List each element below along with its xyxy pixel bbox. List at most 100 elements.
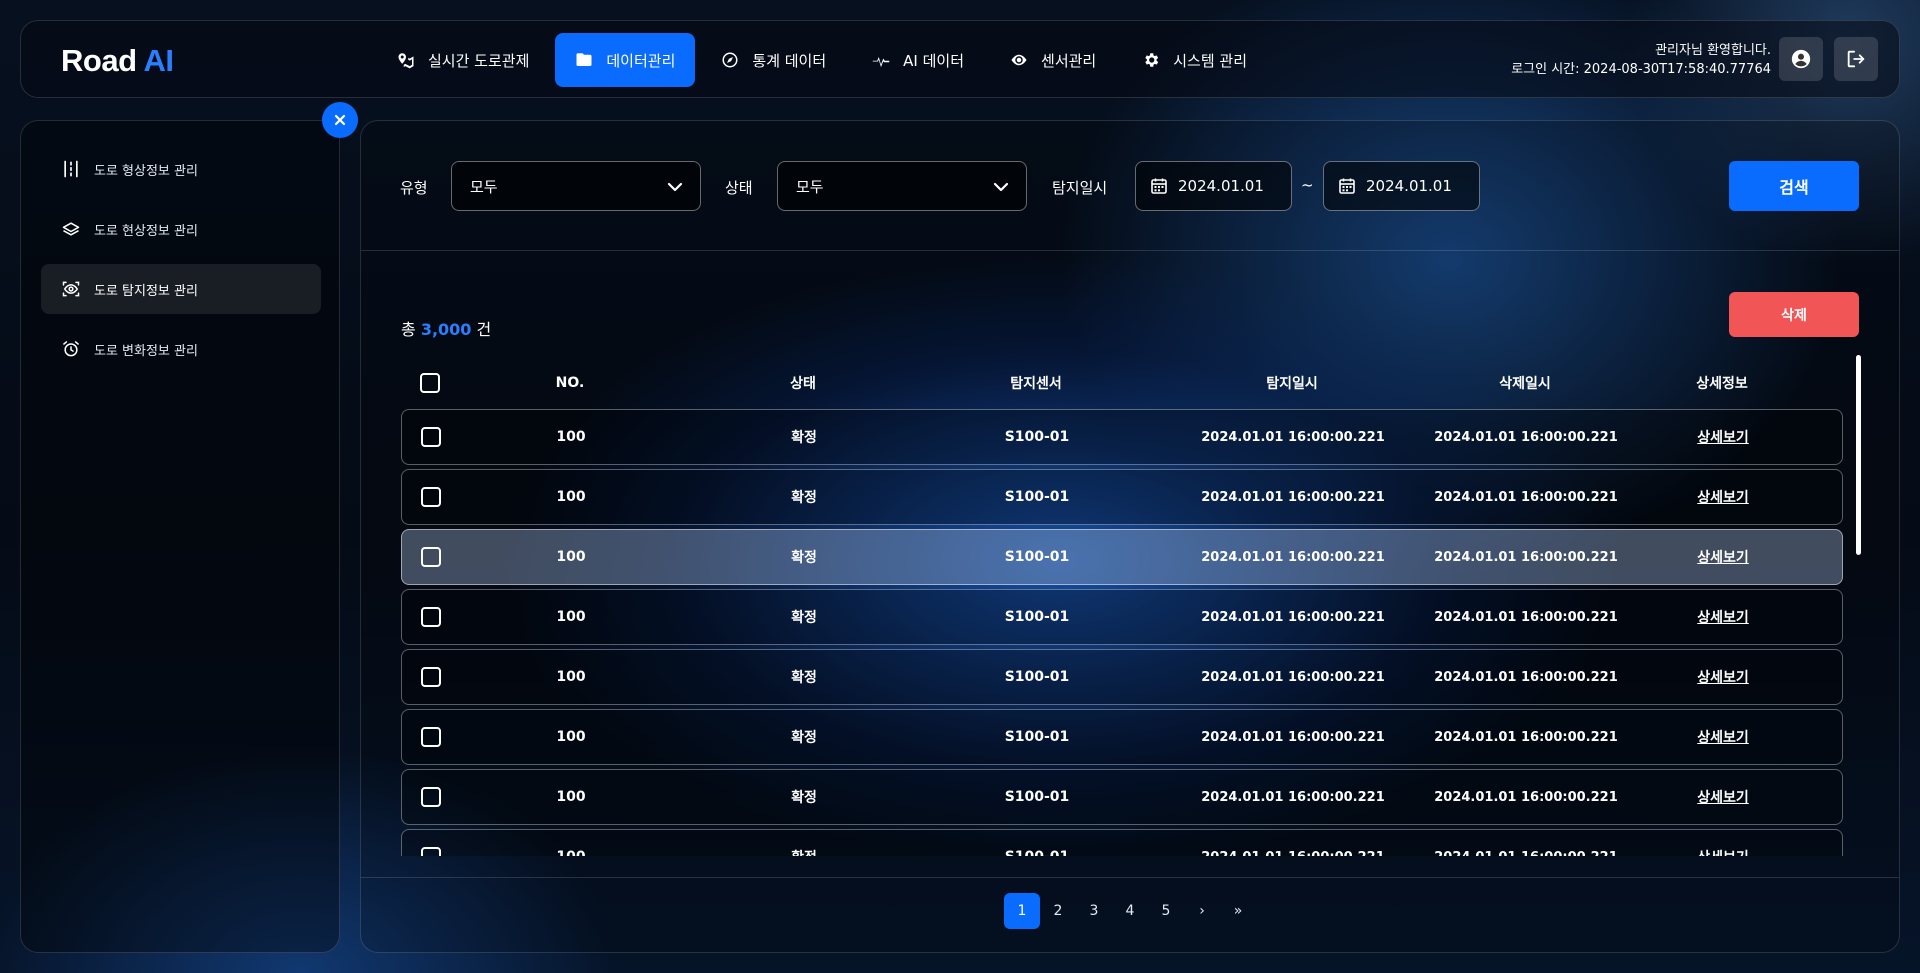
row-sensor: S100-01 <box>1004 609 1070 625</box>
row-no: 100 <box>556 669 586 685</box>
table-body: 100 확정 S100-01 2024.01.01 16:00:00.221 2024.… <box>401 409 1843 856</box>
status-select-value: 모두 <box>796 177 824 196</box>
table-row[interactable]: 100 확정 S100-01 2024.01.01 16:00:00.221 2024.… <box>401 529 1843 585</box>
nav-item-ai-data[interactable]: AI 데이터 <box>852 33 984 87</box>
sidebar-item-label: 도로 형상정보 관리 <box>94 163 198 179</box>
row-checkbox[interactable] <box>421 727 441 747</box>
eye-icon <box>1011 54 1027 66</box>
next-page-button[interactable]: › <box>1184 893 1220 929</box>
sidebar-close-button[interactable] <box>322 102 358 138</box>
total-count: 총 3,000 건 <box>401 320 492 339</box>
status-select[interactable]: 모두 <box>777 161 1027 211</box>
nav-item-label: 통계 데이터 <box>752 51 827 70</box>
login-time: 로그인 시간: 2024-08-30T17:58:40.77764 <box>1511 62 1771 77</box>
sidebar-item-road-detection[interactable]: 도로 탐지정보 관리 <box>41 264 321 314</box>
row-deleted-at: 2024.01.01 16:00:00.221 <box>1434 489 1618 505</box>
table-row[interactable]: 100 확정 S100-01 2024.01.01 16:00:00.221 2024.… <box>401 769 1843 825</box>
date-range-separator: ~ <box>1301 176 1314 194</box>
main-panel: 유형 모두 상태 모두 탐지일시 2024.01.01 ~ 2024.01.01… <box>360 120 1900 953</box>
row-sensor: S100-01 <box>1004 549 1070 565</box>
detail-link[interactable]: 상세보기 <box>1697 787 1749 807</box>
user-info: 관리자님 환영합니다. 로그인 시간: 2024-08-30T17:58:40.… <box>1511 41 1771 79</box>
table-scrollbar[interactable] <box>1856 355 1861 555</box>
table-row[interactable]: 100 확정 S100-01 2024.01.01 16:00:00.221 2024.… <box>401 589 1843 645</box>
close-icon <box>334 114 346 126</box>
table-row[interactable]: 100 확정 S100-01 2024.01.01 16:00:00.221 2024.… <box>401 409 1843 465</box>
nav-item-label: AI 데이터 <box>903 51 965 70</box>
pagination: 1 2 3 4 5 ›» <box>361 893 1899 929</box>
search-button[interactable]: 검색 <box>1729 161 1859 211</box>
row-detected-at: 2024.01.01 16:00:00.221 <box>1201 489 1385 505</box>
detail-link[interactable]: 상세보기 <box>1697 727 1749 747</box>
row-checkbox[interactable] <box>421 487 441 507</box>
row-no: 100 <box>556 729 586 745</box>
date-from-input[interactable]: 2024.01.01 <box>1135 161 1292 211</box>
detail-link[interactable]: 상세보기 <box>1697 547 1749 567</box>
logout-button[interactable] <box>1834 37 1878 81</box>
row-no: 100 <box>556 609 586 625</box>
row-checkbox[interactable] <box>421 667 441 687</box>
row-status: 확정 <box>791 550 817 566</box>
row-status: 확정 <box>791 490 817 506</box>
sidebar-item-road-change[interactable]: 도로 변화정보 관리 <box>41 324 321 374</box>
row-no: 100 <box>556 549 586 565</box>
nav-item-data-management[interactable]: 데이터관리 <box>555 33 696 87</box>
row-detected-at: 2024.01.01 16:00:00.221 <box>1201 549 1385 565</box>
last-page-button[interactable]: » <box>1220 893 1256 929</box>
row-checkbox[interactable] <box>421 607 441 627</box>
type-select[interactable]: 모두 <box>451 161 701 211</box>
nav-item-statistics[interactable]: 통계 데이터 <box>701 33 846 87</box>
detail-link[interactable]: 상세보기 <box>1697 427 1749 447</box>
profile-button[interactable] <box>1779 37 1823 81</box>
detail-link[interactable]: 상세보기 <box>1697 667 1749 687</box>
sidebar-item-label: 도로 현상정보 관리 <box>94 223 198 239</box>
nav-item-sensor-management[interactable]: 센서관리 <box>990 33 1116 87</box>
nav-item-label: 센서관리 <box>1041 51 1097 70</box>
column-header-detail: 상세정보 <box>1696 376 1748 392</box>
page-button[interactable]: 3 <box>1076 893 1112 929</box>
nav-item-label: 시스템 관리 <box>1173 51 1248 70</box>
delete-button[interactable]: 삭제 <box>1729 292 1859 337</box>
table-row[interactable]: 100 확정 S100-01 2024.01.01 16:00:00.221 2024.… <box>401 709 1843 765</box>
row-detected-at: 2024.01.01 16:00:00.221 <box>1201 609 1385 625</box>
row-sensor: S100-01 <box>1004 729 1070 745</box>
row-detected-at: 2024.01.01 16:00:00.221 <box>1201 429 1385 445</box>
nav-item-label: 실시간 도로관제 <box>428 51 530 70</box>
table-row[interactable]: 100 확정 S100-01 2024.01.01 16:00:00.221 2024.… <box>401 469 1843 525</box>
row-status: 확정 <box>791 430 817 446</box>
calendar-icon <box>1151 178 1167 194</box>
app-logo[interactable]: Road AI <box>61 43 174 79</box>
page-button[interactable]: 2 <box>1040 893 1076 929</box>
detail-link[interactable]: 상세보기 <box>1697 847 1749 856</box>
page-button[interactable]: 1 <box>1004 893 1040 929</box>
nav-item-system-management[interactable]: 시스템 관리 <box>1122 33 1267 87</box>
row-no: 100 <box>556 429 586 445</box>
page-button[interactable]: 5 <box>1148 893 1184 929</box>
status-filter-label: 상태 <box>725 179 753 197</box>
sidebar-item-road-shape[interactable]: 도로 형상정보 관리 <box>41 144 321 194</box>
detail-link[interactable]: 상세보기 <box>1697 487 1749 507</box>
detail-link[interactable]: 상세보기 <box>1697 607 1749 627</box>
select-all-checkbox[interactable] <box>420 373 440 393</box>
row-sensor: S100-01 <box>1004 789 1070 805</box>
row-checkbox[interactable] <box>421 847 441 856</box>
row-deleted-at: 2024.01.01 16:00:00.221 <box>1434 429 1618 445</box>
sidebar-item-road-phenomenon[interactable]: 도로 현상정보 관리 <box>41 204 321 254</box>
row-checkbox[interactable] <box>421 427 441 447</box>
main-nav: 실시간 도로관제 데이터관리 통계 데이터 AI 데이터 센서관리 시스템 관리 <box>377 33 1273 87</box>
row-status: 확정 <box>791 730 817 746</box>
page-button[interactable]: 4 <box>1112 893 1148 929</box>
road-shape-icon <box>64 160 78 178</box>
chevron-down-icon <box>993 182 1009 192</box>
row-status: 확정 <box>791 610 817 626</box>
compass-icon <box>722 52 738 68</box>
row-detected-at: 2024.01.01 16:00:00.221 <box>1201 669 1385 685</box>
date-to-input[interactable]: 2024.01.01 <box>1323 161 1480 211</box>
table-row[interactable]: 100 확정 S100-01 2024.01.01 16:00:00.221 2024.… <box>401 649 1843 705</box>
row-checkbox[interactable] <box>421 787 441 807</box>
type-select-value: 모두 <box>470 177 498 196</box>
nav-item-realtime-control[interactable]: 실시간 도로관제 <box>377 33 549 87</box>
table-row[interactable]: 100 확정 S100-01 2024.01.01 16:00:00.221 2024.… <box>401 829 1843 856</box>
row-checkbox[interactable] <box>421 547 441 567</box>
column-header-detected-at: 탐지일시 <box>1266 376 1318 392</box>
